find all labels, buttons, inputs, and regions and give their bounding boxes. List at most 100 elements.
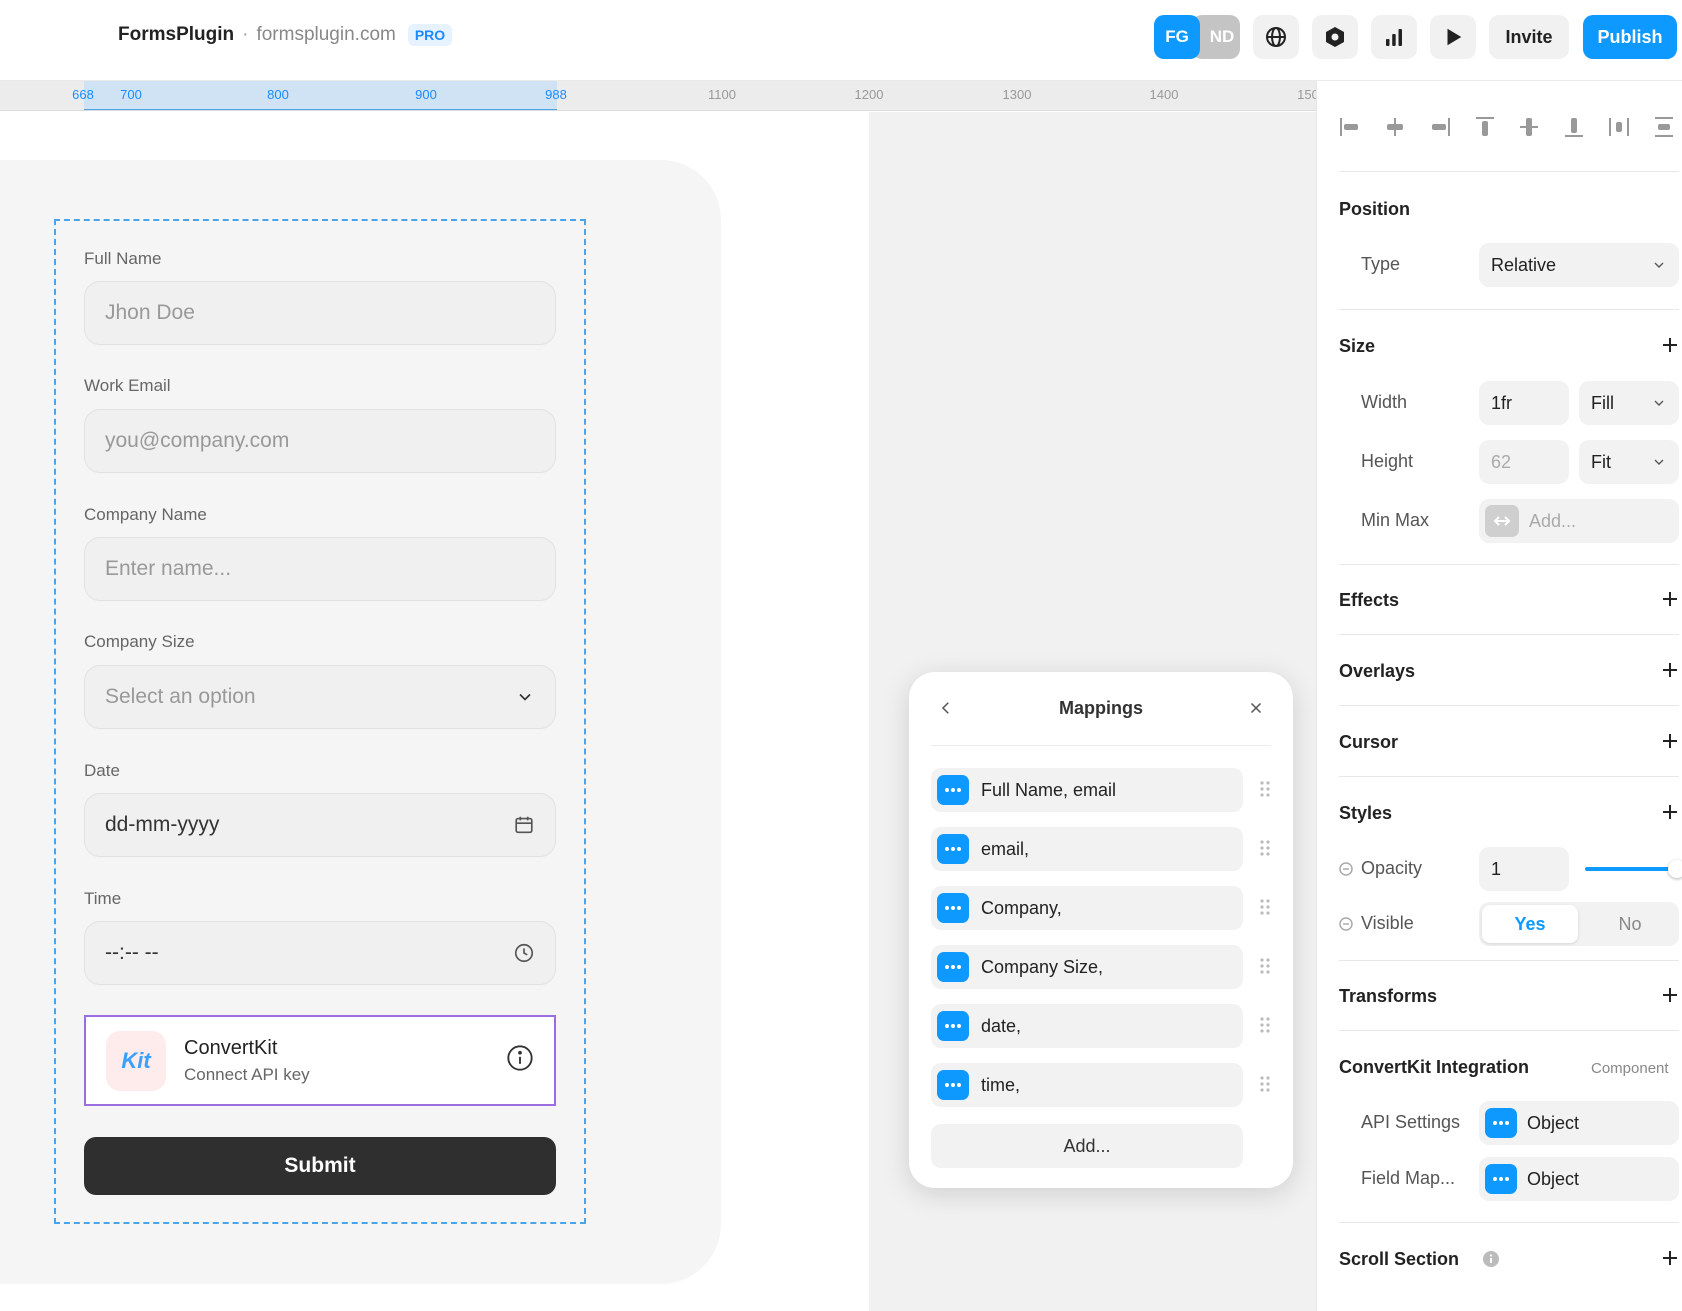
ruler-tick: 1400	[1149, 87, 1179, 102]
time-input[interactable]: --:-- --	[84, 921, 556, 985]
component-tag: Component	[1591, 1060, 1669, 1077]
drag-handle-icon[interactable]	[1259, 1016, 1271, 1034]
work-email-label: Work Email	[84, 376, 171, 395]
divider	[1339, 776, 1679, 777]
distribute-vertical-icon[interactable]	[1651, 114, 1677, 140]
more-dots-icon[interactable]	[937, 893, 969, 923]
align-right-icon[interactable]	[1427, 114, 1453, 140]
globe-button[interactable]	[1253, 15, 1299, 59]
divider	[1339, 705, 1679, 706]
add-cursor-icon[interactable]	[1661, 732, 1679, 750]
drag-handle-icon[interactable]	[1259, 957, 1271, 975]
invite-button[interactable]: Invite	[1489, 15, 1569, 59]
add-scroll-section-icon[interactable]	[1661, 1249, 1679, 1267]
divider	[1339, 1222, 1679, 1223]
submit-button[interactable]: Submit	[84, 1137, 556, 1195]
divider	[1339, 1030, 1679, 1031]
ruler-tick: 150	[1297, 87, 1316, 102]
avatar-fg[interactable]: FG	[1154, 15, 1200, 59]
ruler-tick: 1100	[708, 87, 736, 102]
distribute-horizontal-icon[interactable]	[1606, 114, 1632, 140]
drag-handle-icon[interactable]	[1259, 839, 1271, 857]
mapping-item[interactable]: email,	[931, 827, 1243, 871]
more-dots-icon[interactable]	[1485, 1164, 1517, 1194]
align-center-v-icon[interactable]	[1516, 114, 1542, 140]
more-dots-icon[interactable]	[1485, 1108, 1517, 1138]
full-name-input[interactable]: Jhon Doe	[84, 281, 556, 345]
min-max-input[interactable]: Add...	[1479, 499, 1679, 543]
publish-button[interactable]: Publish	[1583, 15, 1677, 59]
preview-button[interactable]	[1430, 15, 1476, 59]
settings-button[interactable]	[1312, 15, 1358, 59]
analytics-button[interactable]	[1371, 15, 1417, 59]
api-settings-label: API Settings	[1361, 1112, 1461, 1132]
mapping-item[interactable]: time,	[931, 1063, 1243, 1107]
mapping-item[interactable]: Company Size,	[931, 945, 1243, 989]
play-icon	[1447, 28, 1462, 46]
opacity-slider[interactable]	[1585, 860, 1682, 878]
clock-icon[interactable]	[513, 942, 535, 964]
date-input[interactable]: dd-mm-yyyy	[84, 793, 556, 857]
ruler-tick: 900	[415, 87, 437, 102]
top-bar: FormsPlugin · formsplugin.com PRO ND FG …	[0, 0, 1682, 81]
drag-handle-icon[interactable]	[1259, 780, 1271, 798]
height-label: Height	[1361, 451, 1414, 471]
full-name-label: Full Name	[84, 249, 162, 268]
calendar-icon[interactable]	[513, 814, 535, 836]
info-icon[interactable]	[506, 1044, 534, 1077]
drag-handle-icon[interactable]	[1259, 1075, 1271, 1093]
add-overlay-icon[interactable]	[1661, 661, 1679, 679]
overlays-section-title: Overlays	[1339, 661, 1416, 681]
work-email-input[interactable]: you@company.com	[84, 409, 556, 473]
more-dots-icon[interactable]	[937, 1011, 969, 1041]
api-settings-object[interactable]: Object	[1479, 1101, 1679, 1145]
project-name: FormsPlugin	[118, 24, 235, 45]
align-center-h-icon[interactable]	[1382, 114, 1408, 140]
more-dots-icon[interactable]	[937, 1070, 969, 1100]
position-section-title: Position	[1339, 199, 1410, 219]
convertkit-connect-card[interactable]: Kit ConvertKit Connect API key	[84, 1015, 556, 1106]
info-icon[interactable]	[1482, 1250, 1500, 1268]
horizontal-ruler[interactable]: 668 700 800 900 988 1100 1200 1300 1400 …	[0, 81, 1316, 111]
chevron-down-icon	[515, 687, 535, 707]
collaborator-avatars[interactable]: ND FG	[1154, 15, 1240, 59]
mappings-popup: Mappings Full Name, email email, Company…	[909, 672, 1293, 1188]
add-style-icon[interactable]	[1661, 803, 1679, 821]
mapping-item[interactable]: Full Name, email	[931, 768, 1243, 812]
remove-visible-icon[interactable]	[1339, 917, 1353, 931]
field-map-object[interactable]: Object	[1479, 1157, 1679, 1201]
add-transform-icon[interactable]	[1661, 986, 1679, 1004]
more-dots-icon[interactable]	[937, 952, 969, 982]
align-bottom-icon[interactable]	[1561, 114, 1587, 140]
close-icon[interactable]	[1247, 699, 1265, 722]
back-chevron-icon[interactable]	[937, 699, 955, 722]
mapping-item[interactable]: Company,	[931, 886, 1243, 930]
add-size-icon[interactable]	[1661, 336, 1679, 354]
width-input[interactable]: 1fr	[1479, 381, 1569, 425]
remove-opacity-icon[interactable]	[1339, 862, 1353, 876]
effects-section-title: Effects	[1339, 590, 1400, 610]
drag-handle-icon[interactable]	[1259, 898, 1271, 916]
visible-no-option[interactable]: No	[1581, 902, 1679, 946]
add-effect-icon[interactable]	[1661, 590, 1679, 608]
globe-icon	[1266, 27, 1286, 47]
mapping-item[interactable]: date,	[931, 1004, 1243, 1048]
company-size-select[interactable]: Select an option	[84, 665, 556, 729]
ruler-tick: 1300	[1002, 87, 1032, 102]
position-type-select[interactable]: Relative	[1479, 243, 1679, 287]
more-dots-icon[interactable]	[937, 834, 969, 864]
company-name-input[interactable]: Enter name...	[84, 537, 556, 601]
align-left-icon[interactable]	[1337, 114, 1363, 140]
width-mode-select[interactable]: Fill	[1579, 381, 1679, 425]
chevron-down-icon	[1651, 395, 1667, 411]
visible-yes-option[interactable]: Yes	[1482, 905, 1578, 943]
height-mode-select[interactable]: Fit	[1579, 440, 1679, 484]
visible-toggle[interactable]: Yes No	[1479, 902, 1679, 946]
opacity-input[interactable]: 1	[1479, 847, 1569, 891]
height-input[interactable]: 62	[1479, 440, 1569, 484]
add-mapping-button[interactable]: Add...	[931, 1124, 1243, 1168]
align-top-icon[interactable]	[1472, 114, 1498, 140]
opacity-slider-knob[interactable]	[1668, 860, 1682, 878]
project-brand[interactable]: FormsPlugin · formsplugin.com PRO	[118, 24, 453, 46]
more-dots-icon[interactable]	[937, 775, 969, 805]
